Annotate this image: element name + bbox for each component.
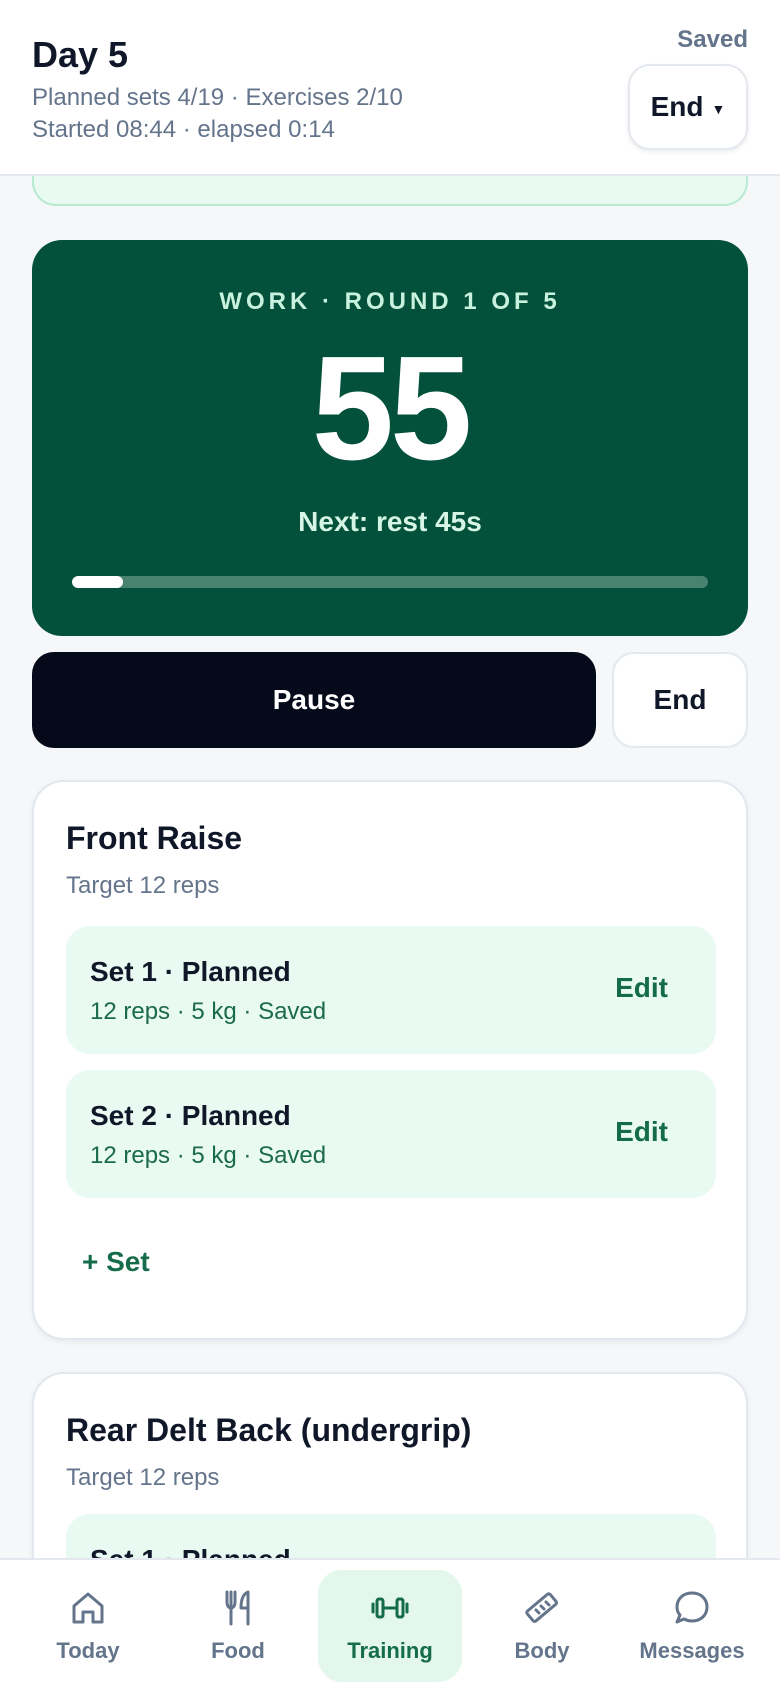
nav-item-today[interactable]: Today xyxy=(16,1570,160,1682)
save-status-label: Saved xyxy=(677,26,748,53)
timer-next-label: Next: rest 45s xyxy=(298,506,482,537)
session-header: Day 5 Planned sets 4/19 · Exercises 2/10… xyxy=(0,0,780,176)
session-time-text: Started 08:44 · elapsed 0:14 xyxy=(32,116,335,143)
home-icon xyxy=(72,1592,104,1624)
edit-set-button[interactable]: Edit xyxy=(615,1116,668,1148)
set-row: Set 1 · Planned 12 reps · 5 kg · Saved E… xyxy=(66,926,716,1054)
ruler-icon xyxy=(525,1592,559,1623)
nav-item-food[interactable]: Food xyxy=(166,1570,310,1682)
nav-label: Body xyxy=(514,1638,570,1663)
pause-button[interactable]: Pause xyxy=(32,652,596,748)
nav-item-training[interactable]: Training xyxy=(318,1570,462,1682)
bottom-navigation: Today Food Training Body Messages xyxy=(0,1558,780,1688)
end-dropdown-label: End xyxy=(650,91,704,122)
timer-progress-bar xyxy=(72,576,708,588)
exercise-target: Target 12 reps xyxy=(66,1464,220,1491)
nav-label: Today xyxy=(56,1638,120,1663)
caret-down-icon: ▼ xyxy=(711,101,726,117)
set-row: Set 2 · Planned 12 reps · 5 kg · Saved E… xyxy=(66,1070,716,1198)
nav-item-body[interactable]: Body xyxy=(470,1570,614,1682)
end-session-dropdown-button[interactable]: End ▼ xyxy=(628,64,748,150)
nav-label: Messages xyxy=(639,1638,745,1663)
edit-set-button[interactable]: Edit xyxy=(615,972,668,1004)
page-title: Day 5 xyxy=(32,34,129,75)
timer-phase-label: WORK · ROUND 1 OF 5 xyxy=(219,288,561,315)
nav-item-messages[interactable]: Messages xyxy=(620,1570,764,1682)
set-title: Set 2 · Planned xyxy=(90,1100,291,1131)
exercise-name: Rear Delt Back (undergrip) xyxy=(66,1412,472,1448)
session-progress-text: Planned sets 4/19 · Exercises 2/10 xyxy=(32,84,403,111)
fork-knife-icon xyxy=(225,1590,250,1626)
exercise-name: Front Raise xyxy=(66,820,243,856)
set-title: Set 1 · Planned xyxy=(90,956,291,987)
add-set-button[interactable]: + Set xyxy=(82,1246,150,1278)
nav-label: Food xyxy=(211,1638,265,1663)
dumbbell-icon xyxy=(371,1597,409,1619)
chat-bubble-icon xyxy=(675,1591,709,1624)
timer-progress-fill xyxy=(72,576,123,588)
set-detail: 12 reps · 5 kg · Saved xyxy=(90,1142,327,1169)
exercise-card: Front Raise Target 12 reps Set 1 · Plann… xyxy=(32,780,748,1340)
nav-label: Training xyxy=(347,1638,433,1663)
set-detail: 12 reps · 5 kg · Saved xyxy=(90,998,327,1025)
timer-countdown: 55 xyxy=(311,326,473,491)
end-timer-button[interactable]: End xyxy=(612,652,748,748)
exercise-target: Target 12 reps xyxy=(66,872,220,899)
